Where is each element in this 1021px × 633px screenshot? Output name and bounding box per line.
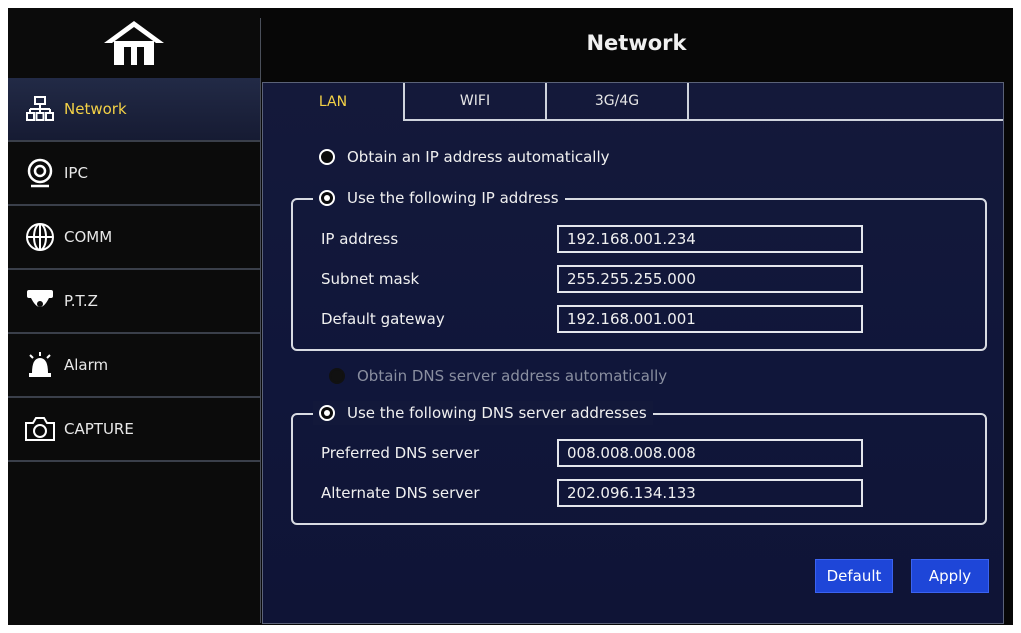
tab-3g4g[interactable]: 3G/4G: [547, 83, 689, 121]
default-gateway-input[interactable]: 192.168.001.001: [557, 305, 863, 333]
page-title: Network: [586, 31, 687, 55]
sidebar-item-label: CAPTURE: [64, 420, 134, 438]
sidebar-item-capture[interactable]: CAPTURE: [8, 398, 260, 462]
ip-address-label: IP address: [321, 230, 399, 248]
tab-underline: [689, 119, 1003, 121]
alternate-dns-row: Alternate DNS server 202.096.134.133: [321, 479, 863, 507]
sidebar-item-label: P.T.Z: [64, 292, 98, 310]
dns-auto-label: Obtain DNS server address automatically: [357, 367, 668, 385]
ip-manual-option[interactable]: Use the following IP address: [313, 186, 565, 210]
ip-address-row: IP address 192.168.001.234: [321, 225, 863, 253]
main-area: Network LAN WIFI 3G/4G Obtain an IP addr…: [260, 8, 1013, 625]
ip-auto-label: Obtain an IP address automatically: [347, 148, 610, 166]
network-icon: [24, 93, 56, 125]
subnet-mask-input[interactable]: 255.255.255.000: [557, 265, 863, 293]
globe-icon: [24, 221, 56, 253]
default-button[interactable]: Default: [815, 559, 893, 593]
dns-auto-option[interactable]: Obtain DNS server address automatically: [329, 367, 667, 385]
alternate-dns-input[interactable]: 202.096.134.133: [557, 479, 863, 507]
subnet-mask-label: Subnet mask: [321, 270, 420, 288]
home-button[interactable]: [8, 8, 260, 78]
sidebar-item-label: COMM: [64, 228, 113, 246]
sidebar-item-ipc[interactable]: IPC: [8, 142, 260, 206]
sidebar-item-label: Network: [64, 100, 127, 118]
sidebar-item-ptz[interactable]: P.T.Z: [8, 270, 260, 334]
subnet-mask-row: Subnet mask 255.255.255.000: [321, 265, 863, 293]
sidebar-item-alarm[interactable]: Alarm: [8, 334, 260, 398]
preferred-dns-row: Preferred DNS server 008.008.008.008: [321, 439, 863, 467]
tab-bar: LAN WIFI 3G/4G: [263, 83, 689, 121]
dns-group-box: [291, 413, 987, 525]
sidebar-item-label: Alarm: [64, 356, 109, 374]
default-gateway-row: Default gateway 192.168.001.001: [321, 305, 863, 333]
photo-camera-icon: [24, 413, 56, 445]
sidebar-item-network[interactable]: Network: [8, 78, 260, 142]
alternate-dns-label: Alternate DNS server: [321, 484, 480, 502]
tab-lan[interactable]: LAN: [263, 83, 405, 121]
dns-manual-option[interactable]: Use the following DNS server addresses: [313, 401, 653, 425]
preferred-dns-input[interactable]: 008.008.008.008: [557, 439, 863, 467]
tab-wifi[interactable]: WIFI: [405, 83, 547, 121]
ip-address-input[interactable]: 192.168.001.234: [557, 225, 863, 253]
dome-camera-icon: [24, 285, 56, 317]
home-icon: [104, 21, 164, 65]
sidebar-item-label: IPC: [64, 164, 88, 182]
dns-manual-radio[interactable]: [319, 405, 335, 421]
dns-auto-radio[interactable]: [329, 368, 345, 384]
ip-auto-option[interactable]: Obtain an IP address automatically: [319, 148, 610, 166]
ip-auto-radio[interactable]: [319, 149, 335, 165]
sidebar-item-comm[interactable]: COMM: [8, 206, 260, 270]
dvr-screen: Network IPC COMM P.T.Z Alarm CAPTURE Net…: [8, 8, 1013, 625]
dns-manual-label: Use the following DNS server addresses: [347, 404, 647, 422]
apply-button[interactable]: Apply: [911, 559, 989, 593]
alarm-siren-icon: [24, 349, 56, 381]
default-gateway-label: Default gateway: [321, 310, 445, 328]
preferred-dns-label: Preferred DNS server: [321, 444, 480, 462]
ip-manual-radio[interactable]: [319, 190, 335, 206]
camera-lens-icon: [24, 157, 56, 189]
sidebar: Network IPC COMM P.T.Z Alarm CAPTURE: [8, 8, 260, 625]
ip-manual-label: Use the following IP address: [347, 189, 559, 207]
settings-panel: LAN WIFI 3G/4G Obtain an IP address auto…: [262, 82, 1004, 624]
